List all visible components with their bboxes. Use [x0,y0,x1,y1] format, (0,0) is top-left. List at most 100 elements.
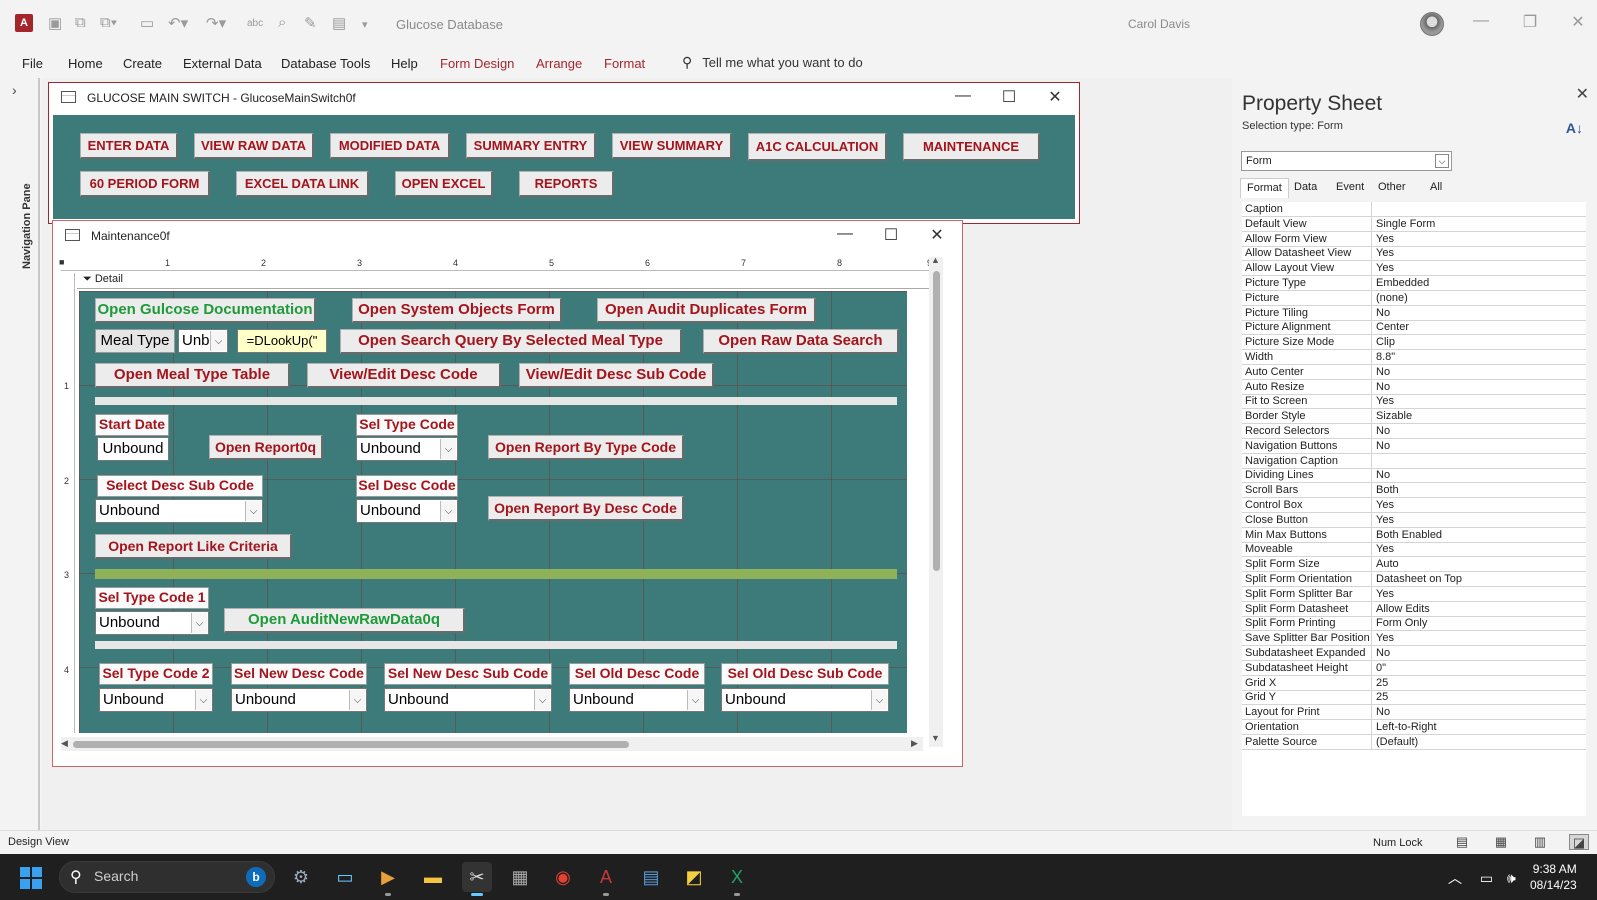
sticky-notes-icon[interactable]: ◩ [679,862,709,892]
property-value[interactable]: Auto [1373,557,1585,572]
chevron-down-icon[interactable]: ⌵ [871,690,887,710]
ruler-corner[interactable]: ■ [59,257,64,267]
scroll-left-icon[interactable]: ◀ [61,738,68,749]
property-value[interactable]: Sizable [1373,409,1585,424]
property-value[interactable]: Left-to-Right [1373,720,1585,735]
open-audit-new-raw-data-button[interactable]: Open AuditNewRawData0q [224,608,465,633]
volume-icon[interactable]: 🕪 [1507,870,1516,886]
access-icon[interactable]: A [591,862,621,896]
save-icon[interactable]: ▣ [48,14,62,32]
open-system-objects-button[interactable]: Open System Objects Form [352,298,562,323]
tab-create[interactable]: Create [123,56,162,71]
property-row[interactable]: Control Box Yes [1242,498,1586,513]
property-value[interactable]: (Default) [1373,735,1585,750]
detail-section[interactable]: Open Gulcose Documentation Open System O… [79,291,907,733]
tell-me-search[interactable]: ⚲ Tell me what you want to do [682,54,863,71]
property-row[interactable]: Subdatasheet Height 0" [1242,660,1586,676]
calculator-icon[interactable]: ▦ [505,862,535,892]
reports-button[interactable]: REPORTS [519,171,614,197]
view-edit-desc-code-button[interactable]: View/Edit Desc Code [307,363,501,388]
maintenance-button[interactable]: MAINTENANCE [903,133,1040,161]
excel-icon[interactable]: X [722,862,752,896]
windows-start-icon[interactable] [20,867,42,889]
property-row[interactable]: Palette Source (Default) [1242,734,1586,750]
close-icon[interactable]: ✕ [1043,87,1067,107]
object-selector[interactable]: Form ⌵ [1241,151,1452,171]
property-row[interactable]: Default View Single Form [1242,216,1586,232]
chevron-down-icon[interactable]: ⌵ [440,501,456,521]
navigation-pane-label[interactable]: Navigation Pane [21,183,33,269]
property-value[interactable]: No [1373,646,1585,661]
snipping-tool-icon[interactable]: ✂ [462,862,492,896]
property-value[interactable]: (none) [1373,291,1585,306]
property-value[interactable]: No [1373,439,1585,454]
restore-icon[interactable]: ❐ [1515,12,1545,32]
sel-new-desc-sub-code-combo[interactable]: Unbound ⌵ [384,688,552,712]
property-value[interactable]: Datasheet on Top [1373,572,1585,587]
main-switch-titlebar[interactable]: GLUCOSE MAIN SWITCH - GlucoseMainSwitch0… [49,83,1079,113]
folder-icon[interactable]: ▭ [140,14,154,32]
property-value[interactable]: No [1373,380,1585,395]
property-value[interactable]: Clip [1373,335,1585,350]
property-row[interactable]: Split Form Size Auto [1242,557,1586,573]
property-row[interactable]: Record Selectors No [1242,424,1586,439]
property-value[interactable]: Both [1373,483,1585,498]
close-icon[interactable]: ✕ [925,225,949,245]
chevron-down-icon[interactable]: ⌵ [1435,154,1449,168]
property-row[interactable]: Allow Form View Yes [1242,231,1586,247]
user-name[interactable]: Carol Davis [1128,17,1190,31]
meal-type-combo[interactable]: Unb ⌵ [178,329,228,353]
enter-data-button[interactable]: ENTER DATA [80,133,178,159]
property-value[interactable]: Allow Edits [1373,602,1585,617]
scroll-right-icon[interactable]: ▶ [911,738,918,749]
chrome-icon[interactable]: ◉ [548,862,578,892]
system-clock[interactable]: 9:38 AM 08/14/23 [1530,861,1577,893]
design-view-icon[interactable]: ◪ [1569,834,1589,850]
property-value[interactable]: Yes [1373,394,1585,409]
horizontal-ruler[interactable]: ■ 1 2 3 4 5 6 7 8 9 [59,257,932,271]
property-row[interactable]: Width 8.8" [1242,350,1586,365]
open-report-by-type-code-button[interactable]: Open Report By Type Code [488,435,684,460]
spelling-icon[interactable]: abc [247,18,263,29]
open-report-like-criteria-button[interactable]: Open Report Like Criteria [95,534,292,559]
chevron-down-icon[interactable]: ⌵ [195,690,211,710]
property-row[interactable]: Picture (none) [1242,290,1586,306]
property-value[interactable]: No [1373,424,1585,439]
property-row[interactable]: Picture Tiling No [1242,305,1586,321]
property-row[interactable]: Split Form Orientation Datasheet on Top [1242,572,1586,587]
navigation-pane[interactable]: › Navigation Pane [0,78,40,830]
property-row[interactable]: Grid X 25 [1242,675,1586,691]
sel-new-desc-code-combo[interactable]: Unbound ⌵ [231,688,367,712]
avatar[interactable] [1420,12,1444,36]
settings-icon[interactable]: ⚙ [286,862,316,892]
property-row[interactable]: Auto Resize No [1242,379,1586,395]
tab-external-data[interactable]: External Data [183,56,262,71]
property-row[interactable]: Dividing Lines No [1242,468,1586,484]
sel-type-code-combo[interactable]: Unbound ⌵ [356,437,458,461]
vertical-ruler[interactable]: 1 2 3 4 [61,273,75,733]
property-value[interactable]: Single Form [1373,217,1585,232]
sort-icon[interactable]: A↓ [1566,120,1583,136]
chevron-down-icon[interactable]: ⌵ [349,690,365,710]
property-value[interactable]: 8.8" [1373,350,1585,365]
excel-data-link-button[interactable]: EXCEL DATA LINK [236,171,369,197]
property-value[interactable]: Yes [1373,542,1585,557]
open-excel-button[interactable]: OPEN EXCEL [395,171,493,197]
property-row[interactable]: Allow Datasheet View Yes [1242,246,1586,262]
tab-arrange[interactable]: Arrange [536,56,582,71]
property-value[interactable]: Form Only [1373,616,1585,631]
open-meal-type-table-button[interactable]: Open Meal Type Table [95,363,290,388]
minimize-icon[interactable]: — [1466,12,1496,30]
property-row[interactable]: Navigation Caption [1242,453,1586,469]
find-icon[interactable]: ⌕ [278,14,286,31]
property-value[interactable]: Center [1373,320,1585,335]
tab-file[interactable]: File [22,56,43,71]
sel-type-code-2-combo[interactable]: Unbound ⌵ [99,688,213,712]
start-date-input[interactable]: Unbound [97,437,169,461]
tab-data[interactable]: Data [1288,178,1323,198]
property-row[interactable]: Moveable Yes [1242,542,1586,558]
sel-type-code-1-combo[interactable]: Unbound ⌵ [95,611,209,635]
a1c-calculation-button[interactable]: A1C CALCULATION [748,133,887,161]
scroll-down-icon[interactable]: ▼ [931,733,940,743]
property-value[interactable]: Yes [1373,631,1585,646]
